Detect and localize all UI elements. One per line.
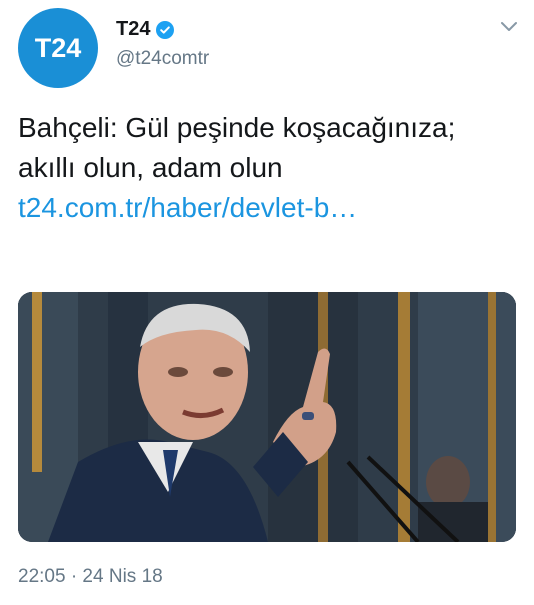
- tweet-body: Bahçeli: Gül peşinde koşacağınıza; akıll…: [18, 108, 518, 228]
- verified-badge-icon: [156, 20, 175, 39]
- author-handle[interactable]: @t24comtr: [116, 48, 209, 70]
- author-name-row[interactable]: T24: [116, 18, 175, 41]
- tweet-link[interactable]: t24.com.tr/haber/devlet-b…: [18, 188, 518, 228]
- tweet-media-photo[interactable]: [18, 292, 516, 542]
- avatar[interactable]: T24: [18, 8, 98, 88]
- display-name[interactable]: T24: [116, 18, 150, 41]
- chevron-down-icon[interactable]: [500, 20, 518, 34]
- photo-illustration: [18, 292, 516, 542]
- avatar-logo-text: T24: [34, 32, 82, 63]
- tweet-timestamp[interactable]: 22:05 · 24 Nis 18: [18, 566, 163, 588]
- tweet-card[interactable]: T24 T24 @t24comtr Bahçeli: Gül peşinde k…: [0, 0, 534, 605]
- tweet-text: Bahçeli: Gül peşinde koşacağınıza; akıll…: [18, 112, 456, 183]
